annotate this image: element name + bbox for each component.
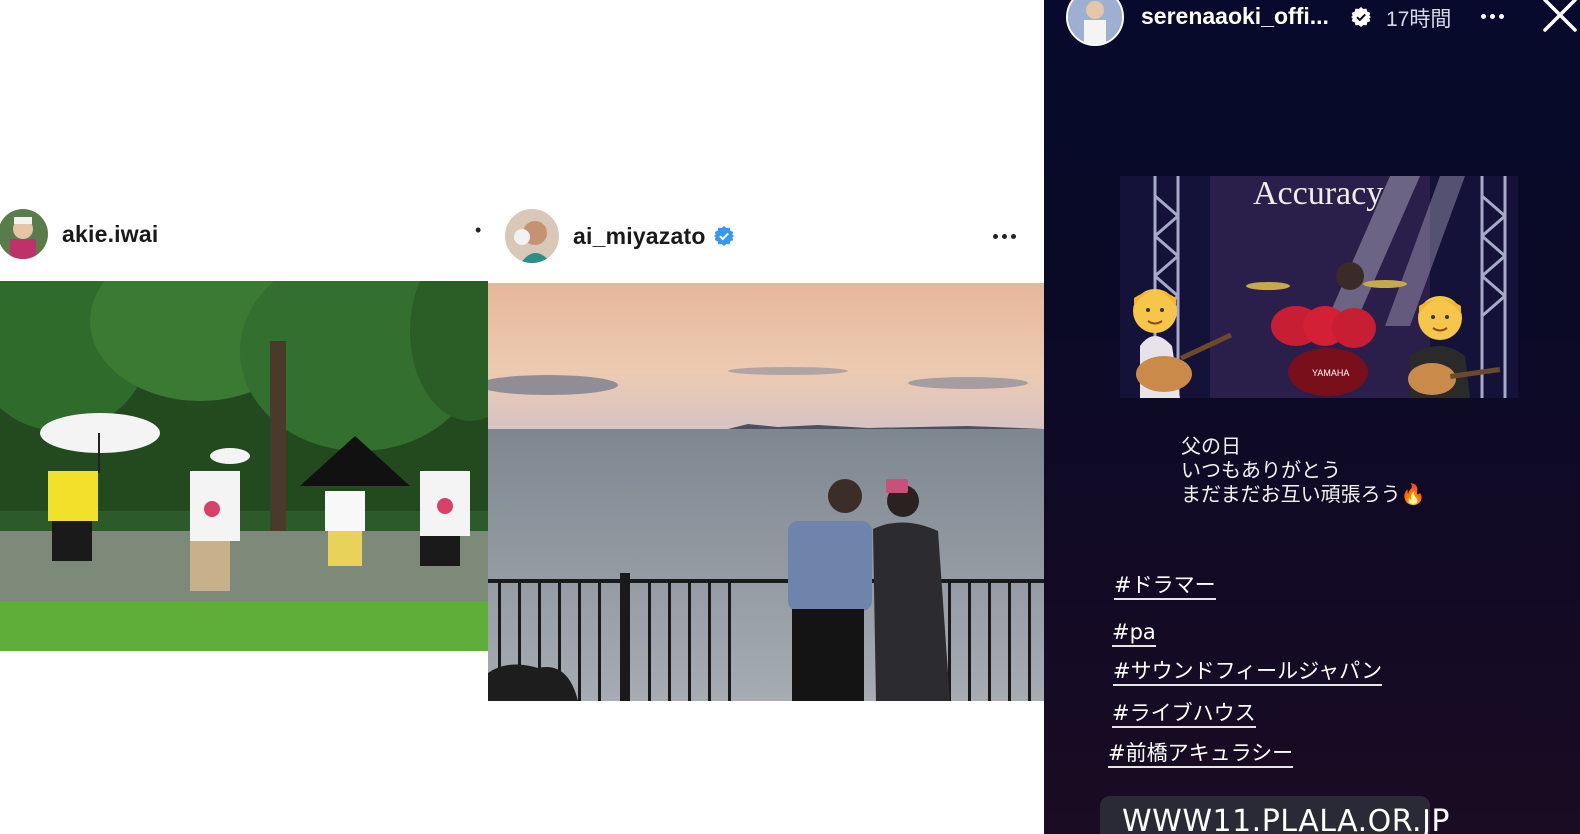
avatar[interactable] xyxy=(0,209,48,259)
username[interactable]: ai_miyazato xyxy=(573,223,706,250)
link-url-text: WWW11.PLALA.OR.JP xyxy=(1122,803,1451,834)
more-options-button[interactable] xyxy=(993,234,1016,239)
hashtag-soundfeel-japan[interactable]: #サウンドフィールジャパン xyxy=(1113,659,1383,686)
username[interactable]: serenaaoki_offi... xyxy=(1141,3,1329,30)
story-timestamp: 17時間 xyxy=(1386,8,1452,31)
story-photo-band[interactable]: Accuracy YAMAHA xyxy=(1120,176,1518,398)
post-ai-miyazato: ai_miyazato xyxy=(488,0,1044,834)
hashtag-livehouse[interactable]: #ライブハウス xyxy=(1112,701,1256,728)
drum-brand-text: YAMAHA xyxy=(1312,368,1349,378)
story-caption: 父の日 いつもありがとう まだまだお互い頑張ろう🔥 xyxy=(1181,434,1426,506)
verified-badge-icon xyxy=(1351,7,1371,27)
post-photo-golf[interactable] xyxy=(0,281,488,651)
avatar[interactable] xyxy=(505,209,559,263)
username[interactable]: akie.iwai xyxy=(62,221,158,248)
hashtag-pa[interactable]: #pa xyxy=(1112,620,1156,647)
post-header: ai_miyazato xyxy=(488,206,1044,266)
story-header: serenaaoki_offi... 17時間 xyxy=(1044,0,1580,46)
more-dot-icon[interactable]: • xyxy=(475,220,481,241)
post-header: akie.iwai • xyxy=(0,204,488,264)
avatar[interactable] xyxy=(1066,0,1124,46)
post-photo-sunset[interactable] xyxy=(488,283,1044,701)
post-akie-iwai: akie.iwai • xyxy=(0,0,488,834)
verified-badge-icon xyxy=(713,226,734,246)
more-horizontal-icon[interactable] xyxy=(1481,14,1504,19)
link-sticker[interactable]: WWW11.PLALA.OR.JP xyxy=(1100,796,1450,834)
close-icon[interactable] xyxy=(1541,0,1579,34)
story-serenaaoki: serenaaoki_offi... 17時間 Accuracy YAMAHA … xyxy=(1044,0,1580,834)
hashtag-maebashi-accuracy[interactable]: #前橋アキュラシー xyxy=(1108,741,1294,768)
banner-sign-text: Accuracy xyxy=(1253,176,1383,212)
hashtag-drummer[interactable]: #ドラマー xyxy=(1114,573,1216,600)
